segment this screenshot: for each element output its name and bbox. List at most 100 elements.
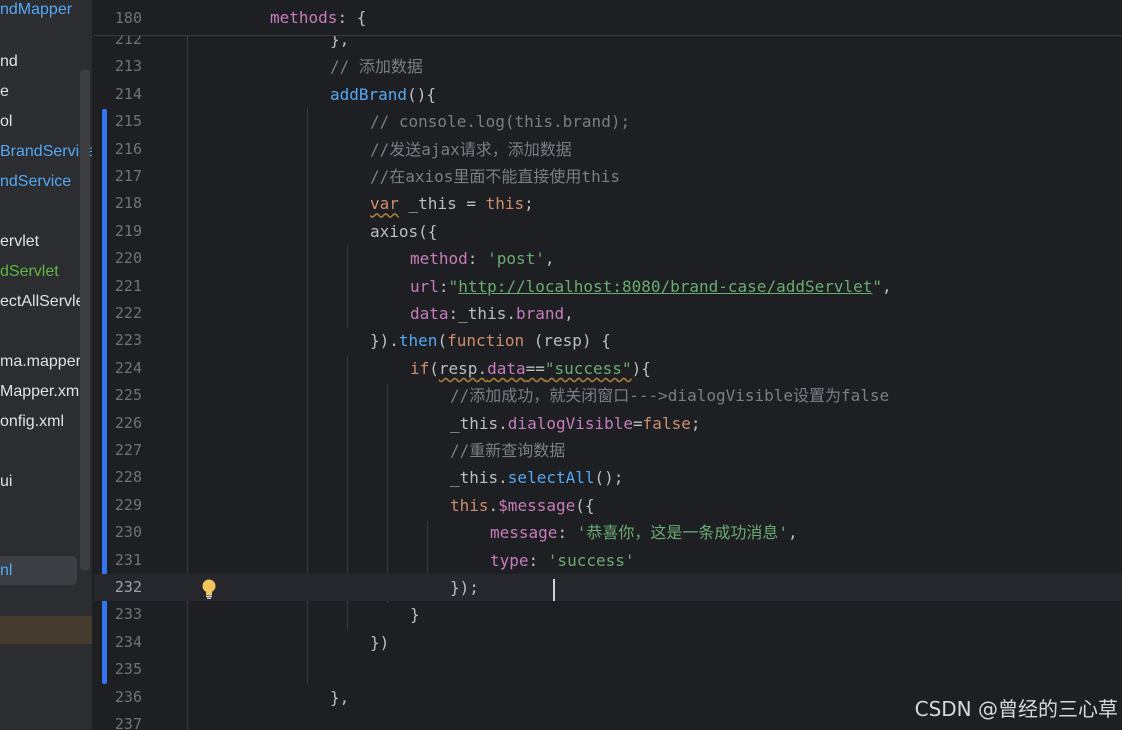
code-text: data:_this.brand,: [410, 300, 574, 327]
code-editor[interactable]: 180 methods: { 212}, 213// 添加数据 214 addBran…: [94, 0, 1122, 730]
code-line[interactable]: 232});: [94, 574, 1122, 602]
line-number: 218: [114, 194, 142, 213]
code-token: 'post': [487, 249, 545, 269]
code-token: ;: [524, 194, 534, 214]
code-token: (){: [407, 84, 436, 104]
line-number: 237: [114, 715, 142, 730]
code-text: type: 'success': [490, 547, 635, 574]
code-line[interactable]: 218 var _this = this;: [94, 190, 1122, 217]
line-number: 232: [114, 578, 142, 596]
tree-item[interactable]: ectAllServlet: [0, 292, 89, 312]
code-token: },: [330, 687, 350, 707]
line-number: 227: [114, 441, 142, 459]
code-line[interactable]: 229 this.$message({: [94, 492, 1122, 519]
code-token: selectAll: [507, 468, 595, 488]
tree-item-selected[interactable]: nl: [0, 561, 12, 581]
code-token: (resp) {: [524, 331, 611, 351]
code-line[interactable]: 226 _this.dialogVisible=false;: [94, 410, 1122, 437]
code-token: ==: [525, 358, 545, 378]
code-token: this: [485, 194, 525, 214]
code-text: message: '恭喜你，这是一条成功消息',: [490, 519, 798, 546]
project-panel-scrollbar[interactable]: [80, 70, 90, 570]
code-token: }): [370, 632, 390, 652]
code-text: _this.dialogVisible=false;: [450, 410, 700, 437]
code-line[interactable]: 223}).then(function (resp) {: [94, 327, 1122, 354]
code-token: _this.: [450, 413, 508, 433]
code-line[interactable]: 227 //重新查询数据: [94, 437, 1122, 464]
sticky-property: methods: [270, 8, 338, 27]
code-token: ();: [594, 468, 624, 488]
sticky-scope-code: methods: {: [270, 8, 366, 27]
project-tool-window: ndMapper nd e ol BrandService ndService ervlet…: [0, 0, 94, 730]
code-token: :: [438, 276, 449, 296]
code-token: message: [490, 523, 558, 543]
tree-item[interactable]: ndService: [0, 172, 71, 192]
code-line[interactable]: 214 addBrand(){: [94, 81, 1122, 108]
code-line[interactable]: 235: [94, 656, 1122, 683]
code-token: :: [467, 249, 488, 269]
line-number: 215: [114, 112, 142, 131]
code-token: }: [410, 605, 420, 625]
code-line[interactable]: 215 // console.log(this.brand);: [94, 108, 1122, 135]
code-token: url: [410, 276, 439, 296]
code-line[interactable]: 233}: [94, 601, 1122, 628]
code-text: axios({: [370, 218, 437, 245]
code-token: "success": [544, 358, 632, 378]
tree-item[interactable]: Mapper.xml: [0, 382, 83, 402]
code-text: },: [330, 684, 349, 711]
code-text: //发送ajax请求，添加数据: [370, 136, 572, 163]
line-number: 216: [114, 139, 142, 158]
code-line[interactable]: 221 url:"http://localhost:8080/brand-case…: [94, 273, 1122, 300]
tree-item[interactable]: ervlet: [0, 232, 39, 252]
code-line[interactable]: 234}): [94, 629, 1122, 656]
line-number: 226: [114, 413, 142, 432]
code-line[interactable]: 213 // 添加数据: [94, 53, 1122, 80]
code-text: }).then(function (resp) {: [370, 327, 611, 354]
tree-item[interactable]: e: [0, 82, 9, 102]
code-text: url:"http://localhost:8080/brand-case/ad…: [410, 273, 892, 300]
code-token: dialogVisible: [507, 413, 634, 433]
tree-item[interactable]: nd: [0, 52, 18, 72]
line-number: 222: [114, 304, 142, 322]
tree-item[interactable]: dServlet: [0, 262, 59, 282]
code-token: data: [487, 358, 526, 378]
code-line[interactable]: 217 //在axios里面不能直接使用this: [94, 163, 1122, 190]
code-token: ){: [631, 358, 651, 378]
code-line[interactable]: 228 _this.selectAll();: [94, 464, 1122, 491]
line-number: 236: [114, 687, 142, 706]
tree-item[interactable]: ma.mapper: [0, 352, 81, 372]
tree-item[interactable]: ndMapper: [0, 0, 72, 20]
code-line[interactable]: 224 if(resp.data=="success"){: [94, 355, 1122, 382]
code-token: //添加成功，就关闭窗口--->dialogVisible设置为false: [450, 386, 890, 406]
tree-item[interactable]: onfig.xml: [0, 412, 64, 432]
code-line[interactable]: 231 type: 'success': [94, 547, 1122, 574]
code-token: 'success': [547, 550, 635, 570]
code-line[interactable]: 225 //添加成功，就关闭窗口--->dialogVisible设置为false: [94, 382, 1122, 409]
code-text: // console.log(this.brand);: [370, 108, 630, 135]
sticky-scope-header[interactable]: 180 methods: {: [94, 0, 1122, 36]
code-token: then: [398, 331, 438, 351]
code-line[interactable]: 216 //发送ajax请求，添加数据: [94, 136, 1122, 163]
code-line[interactable]: 222 data:_this.brand,: [94, 300, 1122, 327]
line-number: 213: [114, 57, 142, 76]
text-caret: [553, 579, 555, 601]
lightbulb-icon[interactable]: [201, 578, 217, 600]
code-token: (: [437, 331, 448, 351]
code-token: // console.log(this.brand);: [370, 112, 631, 132]
code-token: ,: [544, 249, 555, 269]
line-number: 221: [114, 276, 142, 295]
tree-item[interactable]: ui: [0, 472, 12, 492]
line-number: 220: [114, 249, 142, 268]
code-token: function: [447, 331, 525, 351]
code-line[interactable]: 219 axios({: [94, 218, 1122, 245]
code-token: resp.: [438, 358, 488, 378]
code-token: //重新查询数据: [450, 441, 566, 460]
code-line[interactable]: 230 message: '恭喜你，这是一条成功消息',: [94, 519, 1122, 546]
tree-item[interactable]: ol: [0, 112, 12, 132]
code-token: _this.: [450, 468, 508, 488]
code-line[interactable]: 220 method: 'post',: [94, 245, 1122, 272]
code-token: $message: [498, 495, 576, 515]
code-token: type: [490, 550, 529, 570]
code-token: var: [370, 194, 399, 214]
code-token: (: [429, 358, 439, 378]
